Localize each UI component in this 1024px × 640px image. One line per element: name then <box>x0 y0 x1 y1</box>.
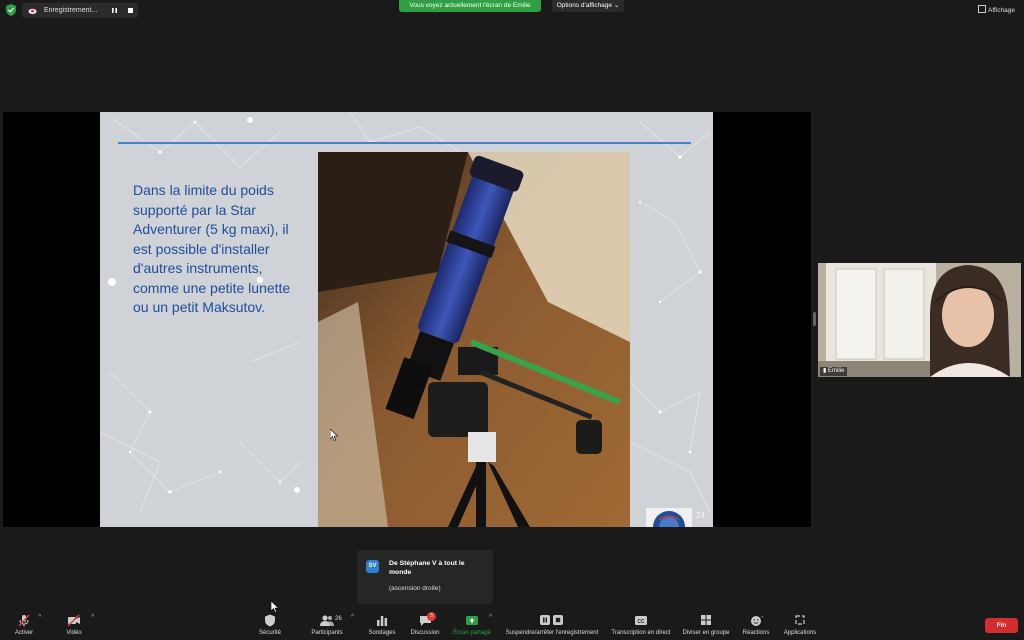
grid-icon <box>978 5 986 13</box>
participant-video-tile[interactable]: ▮ Emilie <box>818 263 1021 377</box>
share-screen-icon <box>466 616 478 625</box>
mouse-cursor-icon <box>330 429 338 441</box>
participants-icon <box>320 615 334 626</box>
participant-name-label: ▮ Emilie <box>820 367 848 376</box>
video-off-icon <box>67 614 80 627</box>
svg-text:CC: CC <box>637 619 645 625</box>
pause-icon[interactable] <box>110 6 119 15</box>
participants-options-caret[interactable]: ^ <box>351 614 354 621</box>
telescope-photo <box>318 152 630 527</box>
closed-caption-icon: CC <box>635 616 647 625</box>
view-button[interactable]: Affichage <box>978 5 1015 14</box>
pause-stop-label: Suspendre/arrêter l'enregistrement <box>505 630 599 636</box>
polls-button[interactable]: Sondages <box>364 614 400 636</box>
security-label: Sécurité <box>258 630 281 636</box>
apps-button[interactable]: Applications <box>780 614 820 636</box>
breakout-rooms-label: Diviser en groupe <box>682 630 730 636</box>
recording-indicator: Enregistrement... <box>22 3 138 18</box>
live-transcript-label: Transcription en direct <box>611 630 671 636</box>
pause-stop-recording-button[interactable]: Suspendre/arrêter l'enregistrement <box>502 614 602 636</box>
polls-icon <box>377 616 388 626</box>
participant-name: Emilie <box>827 368 845 374</box>
security-button[interactable]: Sécurité <box>252 614 288 636</box>
shield-icon[interactable] <box>6 4 16 16</box>
signal-bars-icon: ▮ <box>823 368 827 374</box>
participant-video <box>818 263 1021 377</box>
share-screen-label: Écran partagé <box>453 630 491 636</box>
participants-label: Participants <box>311 630 343 636</box>
mic-muted-icon <box>18 614 30 627</box>
cloud-recording-icon <box>28 8 37 15</box>
live-transcript-button[interactable]: CC Transcription en direct <box>609 614 673 636</box>
smiley-icon: + <box>750 614 763 626</box>
presentation-slide: Dans la limite du poids supporté par la … <box>100 112 713 527</box>
svg-text:+: + <box>761 614 763 619</box>
view-options-button[interactable]: Options d'affichage ⌄ <box>552 0 624 12</box>
meeting-top-bar: Enregistrement... Vous voyez actuellemen… <box>0 0 1024 22</box>
reactions-label: Réactions <box>742 630 770 636</box>
sender-avatar: SV <box>366 560 379 573</box>
video-label: Vidéo <box>66 630 82 636</box>
mouse-cursor-icon <box>271 601 279 613</box>
end-meeting-button[interactable]: Fin <box>985 618 1018 633</box>
view-label: Affichage <box>988 7 1015 14</box>
apps-label: Applications <box>783 630 817 636</box>
video-panel-resize-handle[interactable] <box>813 312 816 326</box>
slide-page-number: 24 <box>696 511 705 520</box>
view-options-label: Options d'affichage <box>556 2 613 9</box>
activer-label: Activer <box>14 630 34 636</box>
pause-stop-icon <box>540 615 563 625</box>
share-screen-button[interactable]: Écran partagé <box>452 614 492 636</box>
apps-icon <box>795 615 805 625</box>
club-logo <box>646 508 692 527</box>
participants-count: 26 <box>335 616 342 622</box>
chat-message: (ascension droite) <box>389 585 441 592</box>
breakout-rooms-button[interactable]: Diviser en groupe <box>680 614 732 636</box>
chat-notification[interactable]: SV De Stéphane V à tout le monde (ascens… <box>357 550 493 604</box>
screen-share-banner: Vous voyez actuellement l'écran de Emili… <box>399 0 541 12</box>
reactions-button[interactable]: + Réactions <box>738 614 774 636</box>
share-options-caret[interactable]: ^ <box>489 614 492 621</box>
recording-label: Enregistrement... <box>44 7 98 14</box>
chat-button[interactable]: Discussion <box>406 614 444 636</box>
security-shield-icon <box>265 614 275 627</box>
chat-unread-badge: 3 <box>427 612 436 621</box>
slide-body-text: Dans la limite du poids supporté par la … <box>133 182 291 315</box>
chevron-down-icon: ⌄ <box>613 2 620 9</box>
chat-label: Discussion <box>410 630 440 636</box>
audio-options-caret[interactable]: ^ <box>38 614 41 621</box>
stop-icon[interactable] <box>126 6 135 15</box>
video-options-caret[interactable]: ^ <box>91 614 94 621</box>
slide-title-rule <box>118 142 691 144</box>
activer-button[interactable]: Activer <box>8 614 40 636</box>
polls-label: Sondages <box>368 630 396 636</box>
chat-sender: De Stéphane V à tout le monde <box>389 560 465 576</box>
breakout-rooms-icon <box>701 615 711 625</box>
video-button[interactable]: Vidéo <box>58 614 90 636</box>
